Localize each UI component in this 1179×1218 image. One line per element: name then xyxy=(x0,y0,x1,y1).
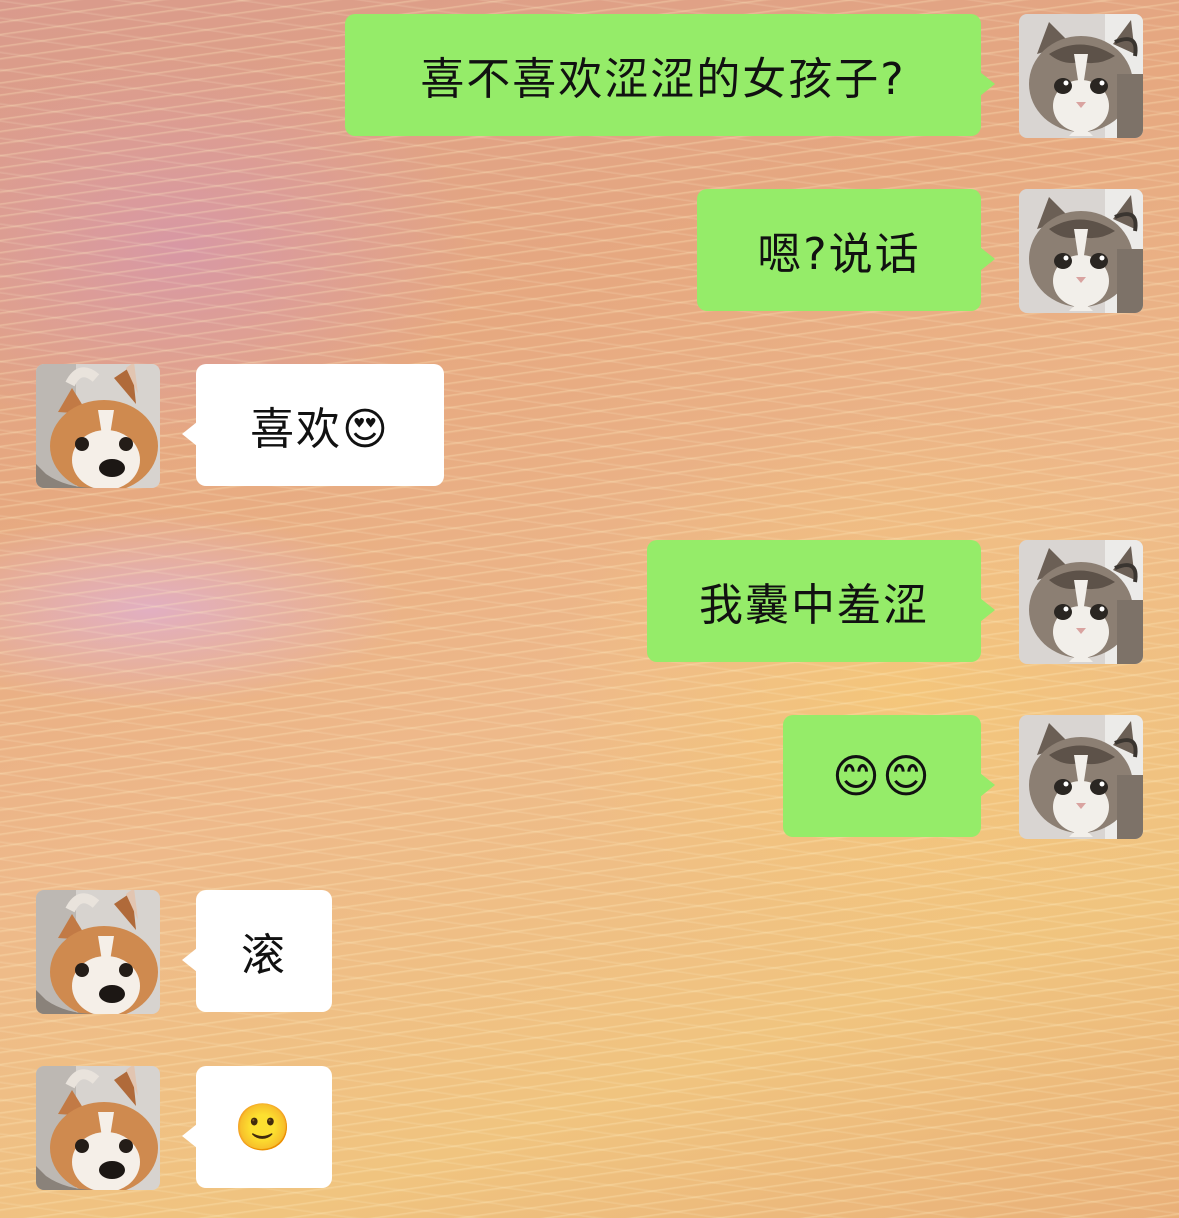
cat-avatar[interactable] xyxy=(1019,715,1143,839)
corgi-avatar[interactable] xyxy=(36,1066,160,1190)
cat-avatar[interactable] xyxy=(1019,189,1143,313)
sent-message-bubble[interactable]: 我囊中羞涩 xyxy=(647,540,995,662)
corgi-avatar[interactable] xyxy=(36,890,160,1014)
message-row: 🙂 xyxy=(0,1066,1179,1190)
message-row: 喜欢😍 xyxy=(0,364,1179,488)
corgi-avatar[interactable] xyxy=(36,364,160,488)
message-text: 🙂 xyxy=(234,1100,294,1154)
bubble-tail xyxy=(980,247,995,271)
sent-message-bubble[interactable]: 嗯?说话 xyxy=(697,189,995,311)
bubble-tail xyxy=(980,598,995,622)
bubble-tail xyxy=(182,422,197,446)
message-row: 😊😊 xyxy=(0,715,1179,839)
corgi-avatar-image xyxy=(36,1066,160,1190)
bubble-tail xyxy=(182,1124,197,1148)
received-message-bubble[interactable]: 滚 xyxy=(182,890,332,1012)
message-text: 滚 xyxy=(241,930,287,981)
bubble-tail xyxy=(182,948,197,972)
corgi-avatar-image xyxy=(36,890,160,1014)
message-text: 😊😊 xyxy=(832,749,932,803)
message-row: 嗯?说话 xyxy=(0,189,1179,313)
message-text: 喜不喜欢涩涩的女孩子? xyxy=(420,54,906,105)
received-message-bubble[interactable]: 喜欢😍 xyxy=(182,364,444,486)
received-message-bubble[interactable]: 🙂 xyxy=(182,1066,332,1188)
message-text: 嗯?说话 xyxy=(757,229,921,280)
bubble-tail xyxy=(980,72,995,96)
sent-message-bubble[interactable]: 喜不喜欢涩涩的女孩子? xyxy=(345,14,995,136)
cat-avatar-image xyxy=(1019,540,1143,664)
corgi-avatar-image xyxy=(36,364,160,488)
cat-avatar[interactable] xyxy=(1019,540,1143,664)
message-row: 滚 xyxy=(0,890,1179,1014)
cat-avatar-image xyxy=(1019,715,1143,839)
message-text: 我囊中羞涩 xyxy=(699,580,929,631)
message-row: 我囊中羞涩 xyxy=(0,540,1179,664)
bubble-tail xyxy=(980,773,995,797)
cat-avatar-image xyxy=(1019,14,1143,138)
sent-message-bubble[interactable]: 😊😊 xyxy=(783,715,995,837)
cat-avatar[interactable] xyxy=(1019,14,1143,138)
cat-avatar-image xyxy=(1019,189,1143,313)
message-text: 喜欢😍 xyxy=(250,404,390,455)
message-row: 喜不喜欢涩涩的女孩子? xyxy=(0,14,1179,138)
